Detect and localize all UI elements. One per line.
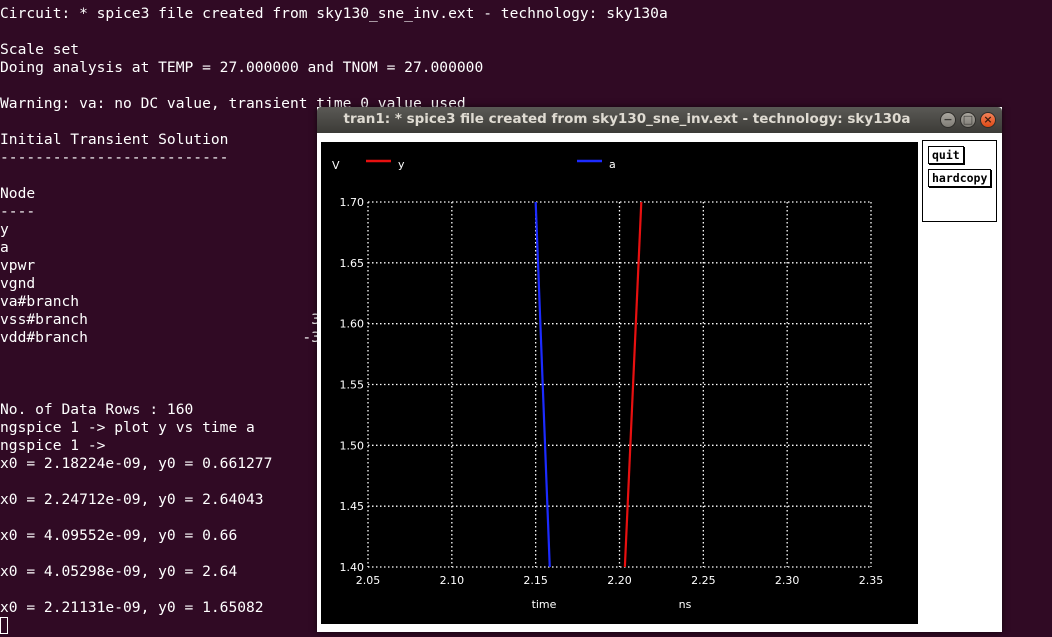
terminal-line: x0 = 2.24712e-09, y0 = 2.64043	[0, 491, 264, 508]
window-title: tran1: * spice3 file created from sky130…	[343, 111, 911, 127]
y-tick-label: 1.40	[340, 561, 365, 574]
terminal-line: va#branch	[0, 293, 80, 310]
x-tick-label: 2.30	[775, 574, 800, 587]
plot-canvas[interactable]: 2.05 2.10 2.15 2.20 2.25 2.30 2.35 1.40 1.45 1.50…	[321, 142, 918, 624]
y-axis-label: V	[332, 159, 340, 172]
terminal-line: Scale set	[0, 41, 80, 58]
x-tick-label: 2.15	[523, 574, 548, 587]
hardcopy-button[interactable]: hardcopy	[928, 169, 992, 187]
x-tick-label: 2.35	[859, 574, 884, 587]
button-panel: quit hardcopy	[922, 140, 997, 222]
y-tick-label: 1.55	[340, 379, 365, 392]
x-axis-label: time	[532, 598, 557, 611]
series-line-y	[623, 201, 643, 568]
terminal-line: Circuit: * spice3 file created from sky1…	[0, 5, 668, 22]
terminal-line: Initial Transient Solution	[0, 131, 229, 148]
terminal-cursor	[0, 617, 8, 634]
terminal-line: ngspice 1 -> plot y vs time a	[0, 419, 255, 436]
y-tick-label: 1.60	[340, 318, 365, 331]
terminal-line: vdd#branch	[0, 329, 88, 346]
terminal-line: x0 = 2.18224e-09, y0 = 0.661277	[0, 455, 273, 472]
terminal-line: vpwr	[0, 257, 36, 274]
terminal-line: a	[0, 239, 9, 256]
x-tick-label: 2.20	[607, 574, 632, 587]
y-tick-label: 1.65	[340, 257, 365, 270]
terminal-line: vss#branch	[0, 311, 88, 328]
y-tick-label: 1.45	[340, 500, 365, 513]
terminal-line: vgnd	[0, 275, 36, 292]
terminal-line: Node	[0, 185, 36, 202]
plot-svg: 2.05 2.10 2.15 2.20 2.25 2.30 2.35 1.40 1.45 1.50…	[332, 158, 884, 611]
terminal-line: ngspice 1 ->	[0, 437, 106, 454]
terminal-line: ----	[0, 203, 36, 220]
x-tick-label: 2.10	[440, 574, 465, 587]
close-button[interactable]: ×	[980, 112, 996, 128]
window-titlebar[interactable]: tran1: * spice3 file created from sky130…	[317, 107, 1002, 133]
x-axis-unit: ns	[679, 598, 692, 611]
y-tick-label: 1.70	[340, 196, 365, 209]
terminal-line: No. of Data Rows : 160	[0, 401, 194, 418]
x-tick-label: 2.05	[356, 574, 381, 587]
x-tick-label: 2.25	[691, 574, 716, 587]
series-line-a	[534, 201, 551, 568]
legend-label-a: a	[609, 158, 616, 171]
minimize-button[interactable]: −	[940, 112, 956, 128]
terminal-line: Doing analysis at TEMP = 27.000000 and T…	[0, 59, 484, 76]
plot-window[interactable]: tran1: * spice3 file created from sky130…	[317, 107, 1002, 632]
terminal-line: x0 = 2.21131e-09, y0 = 1.65082	[0, 599, 264, 616]
y-tick-label: 1.50	[340, 439, 365, 452]
maximize-button[interactable]: □	[960, 112, 976, 128]
terminal-line: --------------------------	[0, 149, 229, 166]
terminal-line: x0 = 4.05298e-09, y0 = 2.64	[0, 563, 238, 580]
terminal-line: y	[0, 221, 9, 238]
terminal-line: x0 = 4.09552e-09, y0 = 0.66	[0, 527, 238, 544]
legend-label-y: y	[398, 158, 405, 171]
quit-button[interactable]: quit	[928, 146, 964, 164]
